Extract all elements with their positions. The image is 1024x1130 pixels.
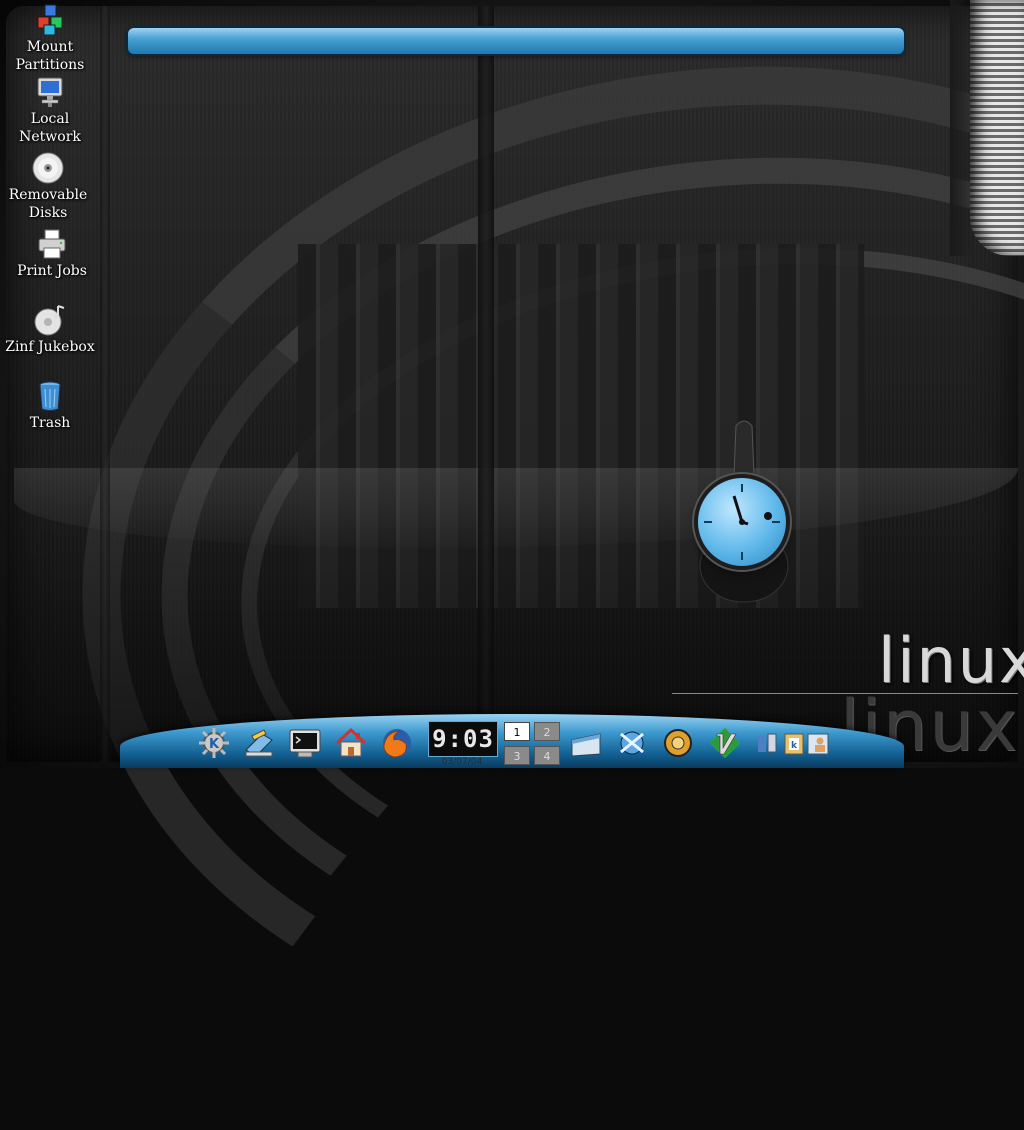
settings-app-button[interactable]: [661, 726, 695, 760]
kde-menu-button[interactable]: K: [197, 726, 231, 760]
klipper-icon: k: [784, 733, 804, 755]
icon-label: Mount Partitions: [15, 39, 85, 73]
user-icon: [807, 733, 829, 755]
gear-app-icon: [664, 729, 692, 757]
wallpaper-stripes-edge: [950, 0, 976, 256]
icon-label: Print Jobs: [17, 263, 87, 279]
vim-button[interactable]: [708, 726, 742, 760]
network-icon: [620, 731, 644, 755]
desktop-icon-print-jobs[interactable]: Print Jobs: [4, 228, 100, 280]
wallpaper-clock: [698, 478, 786, 566]
monitor-icon: [34, 76, 66, 108]
icon-label: Zinf Jukebox: [5, 339, 95, 355]
show-desktop-button[interactable]: [242, 726, 276, 760]
desktop-icon-zinf-jukebox[interactable]: Zinf Jukebox: [2, 304, 98, 356]
tray-config-button[interactable]: [756, 726, 780, 760]
kde-menu-icon: K: [199, 728, 229, 758]
svg-text:K: K: [209, 737, 220, 752]
icon-label: Removable Disks: [8, 187, 88, 221]
icon-label: Local Network: [19, 111, 81, 145]
vim-icon: [709, 727, 741, 759]
trash-icon: [34, 380, 66, 412]
tray-config-icon: [758, 733, 777, 753]
panel-clock[interactable]: 9:03: [428, 721, 498, 757]
top-panel-bar[interactable]: [128, 28, 904, 54]
desktop-icon: [245, 729, 273, 757]
cubes-icon: [34, 4, 66, 36]
disc-icon: [32, 152, 64, 184]
window-list-button[interactable]: [570, 726, 604, 760]
pager-desktop-4[interactable]: 4: [534, 746, 560, 765]
desktop-icon-trash[interactable]: Trash: [2, 380, 98, 432]
home-icon: [335, 727, 367, 757]
desktop-pager: 1 2 3 4: [504, 722, 564, 768]
printer-icon: [36, 228, 68, 260]
window-list-icon: [571, 733, 601, 757]
desktop-icon-local-network[interactable]: Local Network: [2, 76, 98, 146]
user-switch-button[interactable]: [806, 726, 830, 760]
firefox-icon: [383, 729, 411, 758]
jukebox-icon: [34, 304, 66, 336]
terminal-icon: [289, 729, 321, 758]
firefox-button[interactable]: [380, 726, 414, 760]
pager-desktop-1[interactable]: 1: [504, 722, 530, 741]
home-folder-button[interactable]: [334, 726, 368, 760]
terminal-button[interactable]: [288, 726, 322, 760]
pager-desktop-2[interactable]: 2: [534, 722, 560, 741]
panel-date: 03/07/04: [441, 757, 483, 767]
wallpaper-stripes: [970, 0, 1024, 256]
svg-text:k: k: [791, 741, 798, 751]
desktop-icon-mount-partitions[interactable]: Mount Partitions: [2, 4, 98, 74]
network-button[interactable]: [615, 726, 649, 760]
pager-desktop-3[interactable]: 3: [504, 746, 530, 765]
klipper-button[interactable]: k: [782, 726, 806, 760]
icon-label: Trash: [29, 415, 71, 431]
desktop-icon-removable-disks[interactable]: Removable Disks: [0, 152, 96, 222]
